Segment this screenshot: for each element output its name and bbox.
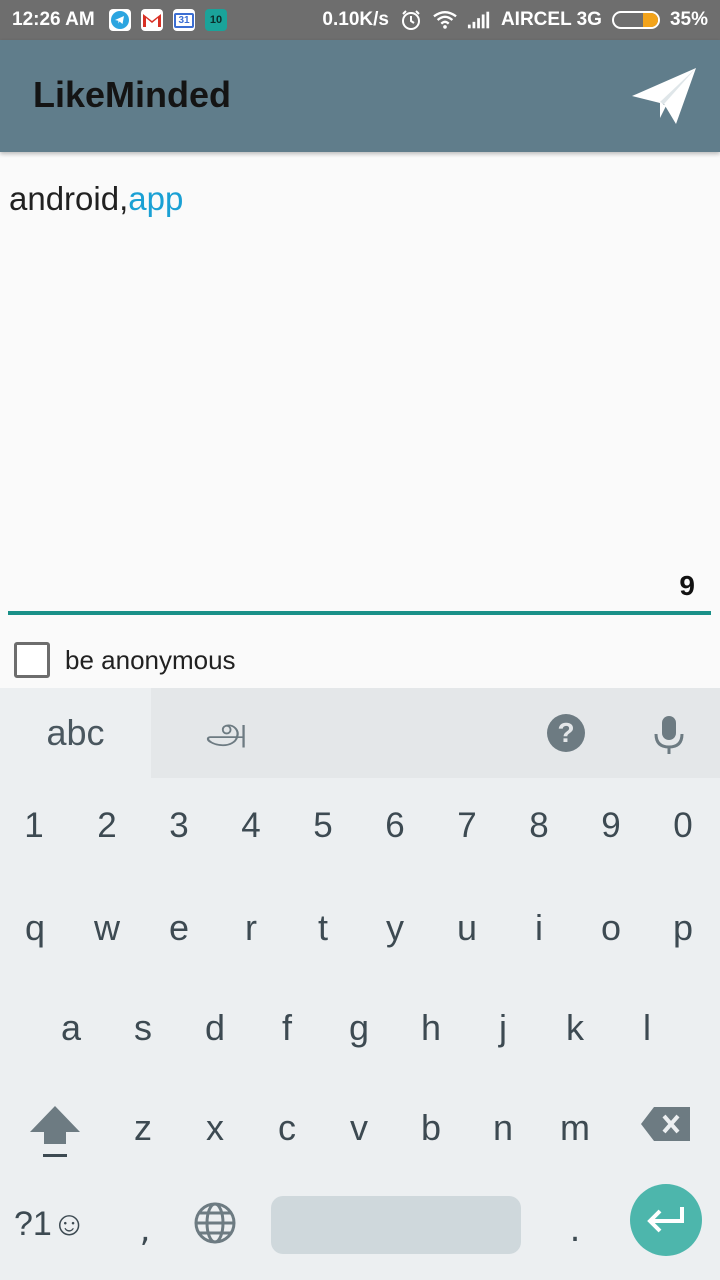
key-t[interactable]: t: [293, 898, 353, 958]
key-m[interactable]: m: [545, 1098, 605, 1158]
anonymous-option[interactable]: be anonymous: [14, 642, 236, 678]
carrier-label: AIRCEL 3G: [500, 9, 602, 30]
tab-abc[interactable]: abc: [0, 688, 151, 778]
key-6[interactable]: 6: [365, 796, 425, 856]
key-l[interactable]: l: [617, 998, 677, 1058]
anonymous-label: be anonymous: [65, 644, 236, 675]
enter-icon: [647, 1207, 684, 1233]
key-n[interactable]: n: [473, 1098, 533, 1158]
key-4[interactable]: 4: [221, 796, 281, 856]
key-p[interactable]: p: [653, 898, 713, 958]
soft-keyboard: abc அ ? 1234567890 qwertyuiop asdfghjkl zxc…: [0, 688, 720, 1280]
key-d[interactable]: d: [185, 998, 245, 1058]
key-h[interactable]: h: [401, 998, 461, 1058]
gmail-icon: [141, 9, 163, 31]
key-i[interactable]: i: [509, 898, 569, 958]
key-c[interactable]: c: [257, 1098, 317, 1158]
key-2[interactable]: 2: [77, 796, 137, 856]
calendar-day: 31: [174, 12, 194, 28]
app-title: LikeMinded: [33, 74, 232, 115]
calendar-icon: 31: [173, 9, 195, 31]
key-7[interactable]: 7: [437, 796, 497, 856]
char-count: 9: [679, 570, 695, 601]
language-key[interactable]: [193, 1201, 237, 1245]
key-a[interactable]: a: [41, 998, 101, 1058]
symbols-key[interactable]: ?1☺: [14, 1198, 87, 1250]
key-9[interactable]: 9: [581, 796, 641, 856]
wifi-icon: [433, 9, 457, 31]
enter-key[interactable]: [630, 1184, 702, 1256]
key-s[interactable]: s: [113, 998, 173, 1058]
key-b[interactable]: b: [401, 1098, 461, 1158]
shift-key[interactable]: [26, 1102, 84, 1162]
editor-text-tag: app: [128, 180, 184, 217]
key-x[interactable]: x: [185, 1098, 245, 1158]
editor-underline: [8, 611, 711, 615]
editor-text-plain: android,: [9, 180, 129, 217]
key-5[interactable]: 5: [293, 796, 353, 856]
comma-key[interactable]: ,: [130, 1200, 160, 1260]
keyboard-toolbar: abc அ ?: [0, 688, 720, 778]
key-1[interactable]: 1: [4, 796, 64, 856]
key-j[interactable]: j: [473, 998, 533, 1058]
battery-fill: [642, 13, 658, 27]
editor-text[interactable]: android,app: [9, 180, 183, 218]
key-z[interactable]: z: [113, 1098, 173, 1158]
send-button[interactable]: [630, 64, 698, 128]
status-time: 12:26 AM: [12, 9, 95, 30]
status-right-group: 0.10K/s AIRCEL 3G 35%: [322, 9, 708, 31]
telegram-icon: [109, 9, 131, 31]
key-v[interactable]: v: [329, 1098, 389, 1158]
battery-percent: 35%: [669, 9, 708, 30]
alarm-icon: [399, 9, 423, 31]
key-o[interactable]: o: [581, 898, 641, 958]
key-f[interactable]: f: [257, 998, 317, 1058]
key-g[interactable]: g: [329, 998, 389, 1058]
mic-button[interactable]: [650, 714, 688, 756]
key-8[interactable]: 8: [509, 796, 569, 856]
space-key[interactable]: [271, 1196, 521, 1254]
key-y[interactable]: y: [365, 898, 425, 958]
status-bar: 12:26 AM 31 10 0.10K/s AIRCEL 3G 35%: [0, 0, 720, 40]
key-e[interactable]: e: [149, 898, 209, 958]
key-k[interactable]: k: [545, 998, 605, 1058]
network-speed: 0.10K/s: [322, 9, 389, 30]
key-q[interactable]: q: [5, 898, 65, 958]
battery-icon: [611, 11, 660, 29]
key-w[interactable]: w: [77, 898, 137, 958]
backspace-icon: [641, 1107, 690, 1141]
period-key[interactable]: .: [560, 1200, 590, 1260]
help-button[interactable]: ?: [547, 714, 585, 752]
app-bar: LikeMinded: [0, 40, 720, 152]
mic-icon: [654, 716, 684, 754]
tab-tamil[interactable]: அ: [196, 708, 258, 756]
key-r[interactable]: r: [221, 898, 281, 958]
key-0[interactable]: 0: [653, 796, 713, 856]
app-icon: 10: [205, 9, 227, 31]
backspace-key[interactable]: [640, 1105, 692, 1143]
badge-number: 10: [209, 14, 223, 26]
tamil-label: அ: [205, 708, 249, 752]
shift-icon: [30, 1106, 80, 1157]
globe-icon: [194, 1202, 236, 1244]
key-u[interactable]: u: [437, 898, 497, 958]
anonymous-checkbox[interactable]: [14, 642, 50, 678]
signal-icon: [467, 9, 491, 31]
send-paper-plane-icon: [632, 68, 696, 124]
key-3[interactable]: 3: [149, 796, 209, 856]
post-editor[interactable]: android,app 9: [0, 152, 720, 622]
